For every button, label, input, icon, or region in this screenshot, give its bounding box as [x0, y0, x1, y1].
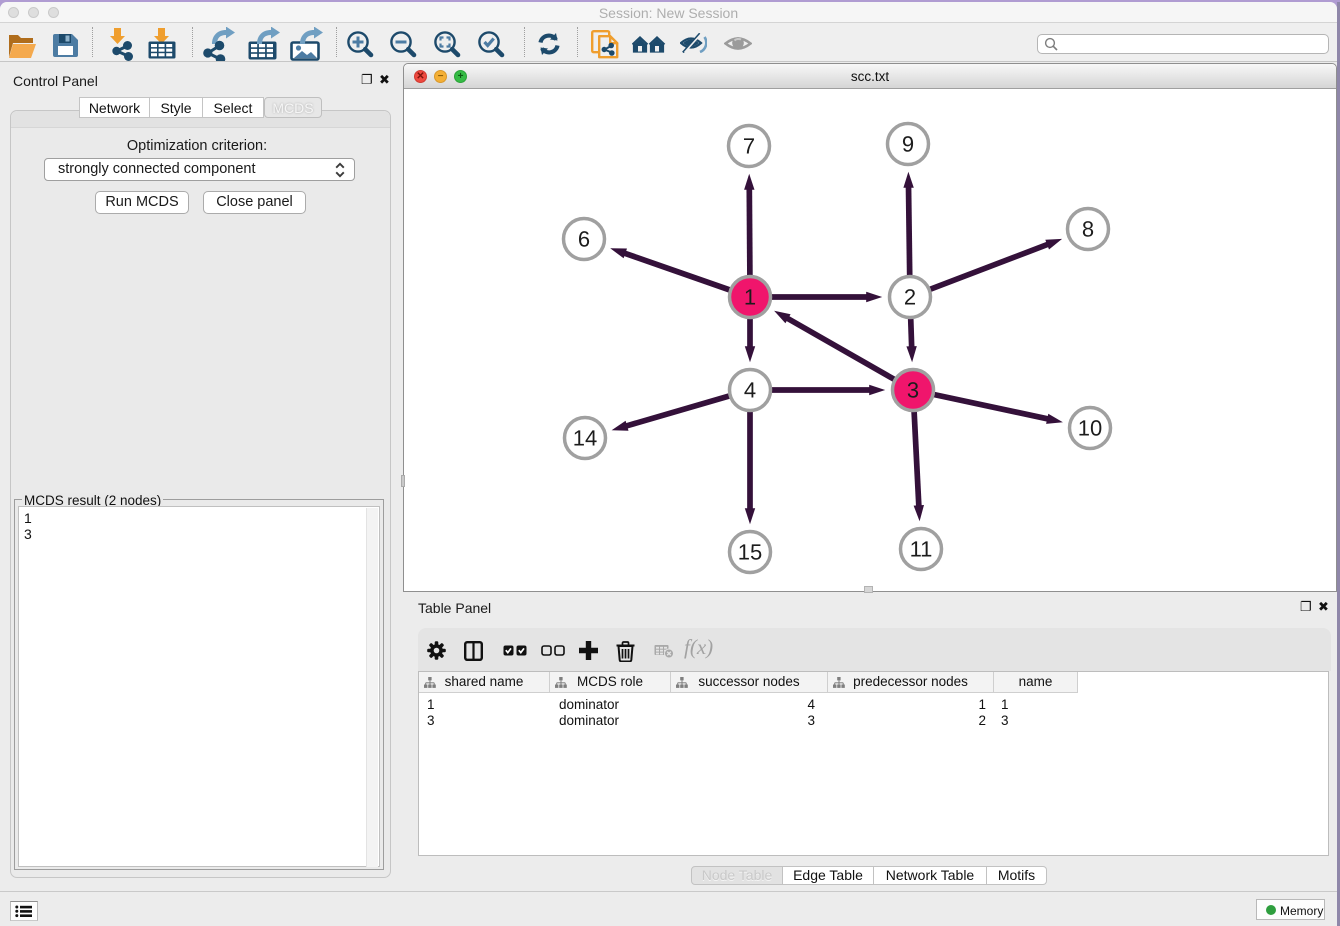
svg-text:7: 7 [743, 134, 755, 159]
svg-text:1: 1 [744, 285, 756, 310]
svg-text:15: 15 [738, 540, 762, 565]
svg-text:3: 3 [907, 378, 919, 403]
svg-text:2: 2 [904, 285, 916, 310]
svg-text:14: 14 [573, 426, 597, 451]
svg-text:4: 4 [744, 378, 756, 403]
svg-text:8: 8 [1082, 217, 1094, 242]
svg-text:11: 11 [910, 537, 933, 562]
svg-text:10: 10 [1078, 416, 1102, 441]
svg-text:9: 9 [902, 132, 914, 157]
svg-text:6: 6 [578, 227, 590, 252]
